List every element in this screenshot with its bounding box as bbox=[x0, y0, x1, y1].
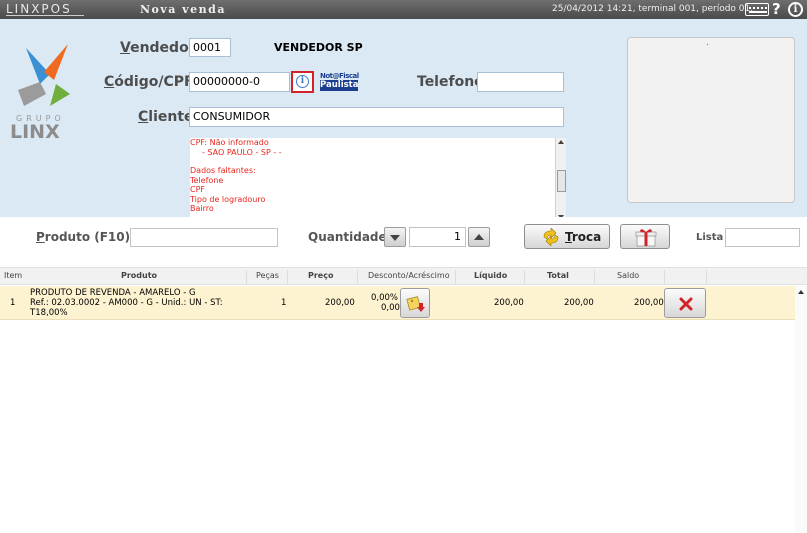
col-header-item: Item bbox=[4, 271, 23, 280]
help-icon[interactable]: ? bbox=[772, 0, 781, 18]
cliente-label: Cliente bbox=[138, 109, 194, 125]
row-product-line1: PRODUTO DE REVENDA - AMARELO - G bbox=[30, 288, 196, 298]
info-icon: i bbox=[296, 75, 309, 88]
col-header-total: Total bbox=[547, 271, 569, 280]
session-info: 25/04/2012 14:21, terminal 001, período … bbox=[552, 4, 754, 14]
info-icon[interactable]: i bbox=[788, 2, 803, 17]
notes-line: Tipo de logradouro bbox=[190, 194, 266, 204]
scroll-up-icon[interactable] bbox=[798, 290, 804, 294]
cliente-field[interactable]: CONSUMIDOR bbox=[189, 107, 564, 127]
col-header-saldo: Saldo bbox=[617, 271, 640, 280]
lista-field[interactable] bbox=[725, 228, 800, 247]
col-header-preco: Preço bbox=[308, 271, 334, 280]
title-bar: LINXPOS Nova venda 25/04/2012 14:21, ter… bbox=[0, 0, 807, 19]
codigo-cpf-label: Código/CPF bbox=[104, 74, 194, 90]
customer-panel: GRUPO LINX Vendedor 0001 VENDEDOR SP Cód… bbox=[0, 19, 807, 222]
quantidade-label: Quantidade bbox=[308, 230, 387, 244]
row-saldo: 200,00 bbox=[634, 298, 664, 308]
notes-line: CPF bbox=[190, 185, 206, 194]
photo-placeholder: . bbox=[706, 38, 709, 48]
screen-title: Nova venda bbox=[140, 3, 226, 16]
row-item: 1 bbox=[10, 298, 16, 308]
vendedor-code-field[interactable]: 0001 bbox=[189, 38, 231, 57]
chevron-down-icon bbox=[390, 235, 400, 241]
notes-line: Bairro bbox=[190, 204, 214, 213]
app-brand: LINXPOS bbox=[6, 2, 72, 16]
linx-logo: GRUPO LINX bbox=[10, 44, 70, 139]
delete-item-button[interactable] bbox=[664, 288, 706, 318]
discount-button[interactable] bbox=[400, 288, 430, 318]
notes-line: - SAO PAULO - SP - - bbox=[202, 147, 282, 157]
produto-label: Produto (F10) bbox=[36, 230, 131, 244]
row-discount-value: 0,00 bbox=[381, 303, 400, 313]
notes-line: Dados faltantes: bbox=[190, 166, 256, 175]
notes-line: Telefone bbox=[190, 175, 224, 185]
nfp-bottom-text: Paulista bbox=[320, 80, 359, 91]
col-header-desconto: Desconto/Acréscimo bbox=[368, 271, 450, 280]
col-header-liquido: Líquido bbox=[474, 271, 508, 280]
brand-underline bbox=[6, 15, 84, 16]
nfp-top-text: Not@Fiscal bbox=[320, 72, 359, 80]
notes-line: CPF: Não informado bbox=[190, 138, 269, 147]
quantity-increase-button[interactable] bbox=[468, 227, 490, 247]
chevron-up-icon bbox=[474, 234, 484, 240]
customer-info-button[interactable]: i bbox=[291, 71, 314, 93]
produto-input[interactable] bbox=[130, 228, 278, 247]
row-discount-pct: 0,00% bbox=[371, 293, 399, 303]
gift-icon bbox=[635, 229, 657, 247]
discount-icon bbox=[406, 296, 425, 312]
customer-photo-box: . bbox=[627, 37, 795, 203]
row-total: 200,00 bbox=[564, 298, 594, 308]
vendedor-label: Vendedor bbox=[120, 40, 196, 56]
col-header-pecas: Peças bbox=[256, 271, 279, 280]
row-liquido: 200,00 bbox=[494, 298, 524, 308]
row-product-line3: T18,00% bbox=[30, 308, 68, 318]
row-pecas: 1 bbox=[281, 298, 287, 308]
scroll-up-icon[interactable] bbox=[558, 140, 564, 144]
row-preco: 200,00 bbox=[325, 298, 355, 308]
delete-x-icon bbox=[679, 297, 693, 311]
troca-button[interactable]: Troca bbox=[524, 224, 610, 249]
table-row[interactable]: 1 PRODUTO DE REVENDA - AMARELO - G Ref.:… bbox=[0, 286, 795, 320]
troca-label: Troca bbox=[565, 230, 602, 244]
telefone-label: Telefone bbox=[417, 74, 484, 90]
col-header-produto: Produto bbox=[121, 271, 158, 280]
quantidade-field[interactable]: 1 bbox=[409, 227, 466, 247]
row-product-line2: Ref.: 02.03.0002 - AM000 - G - Unid.: UN… bbox=[30, 298, 223, 308]
quantity-decrease-button[interactable] bbox=[384, 227, 406, 247]
lista-label: Lista bbox=[696, 232, 724, 243]
notes-scrollbar[interactable] bbox=[555, 138, 566, 222]
telefone-field[interactable] bbox=[477, 72, 564, 92]
grid-scrollbar[interactable] bbox=[795, 286, 807, 533]
swap-arrows-icon bbox=[543, 228, 559, 246]
customer-notes: CPF: Não informado - SAO PAULO - SP - - … bbox=[190, 138, 566, 222]
items-grid-header: Item Produto Peças Preço Desconto/Acrésc… bbox=[0, 267, 807, 285]
scroll-thumb[interactable] bbox=[557, 170, 566, 192]
codigo-cpf-field[interactable]: 00000000-0 bbox=[189, 72, 290, 92]
vendedor-name: VENDEDOR SP bbox=[274, 41, 363, 54]
keyboard-icon[interactable] bbox=[745, 3, 769, 16]
logo-brand-text: LINX bbox=[10, 121, 60, 139]
nota-fiscal-paulista-logo[interactable]: Not@Fiscal Paulista bbox=[320, 72, 359, 92]
gift-button[interactable] bbox=[620, 224, 670, 249]
product-entry-bar: Produto (F10) Quantidade 1 Troca Lista bbox=[0, 217, 807, 261]
